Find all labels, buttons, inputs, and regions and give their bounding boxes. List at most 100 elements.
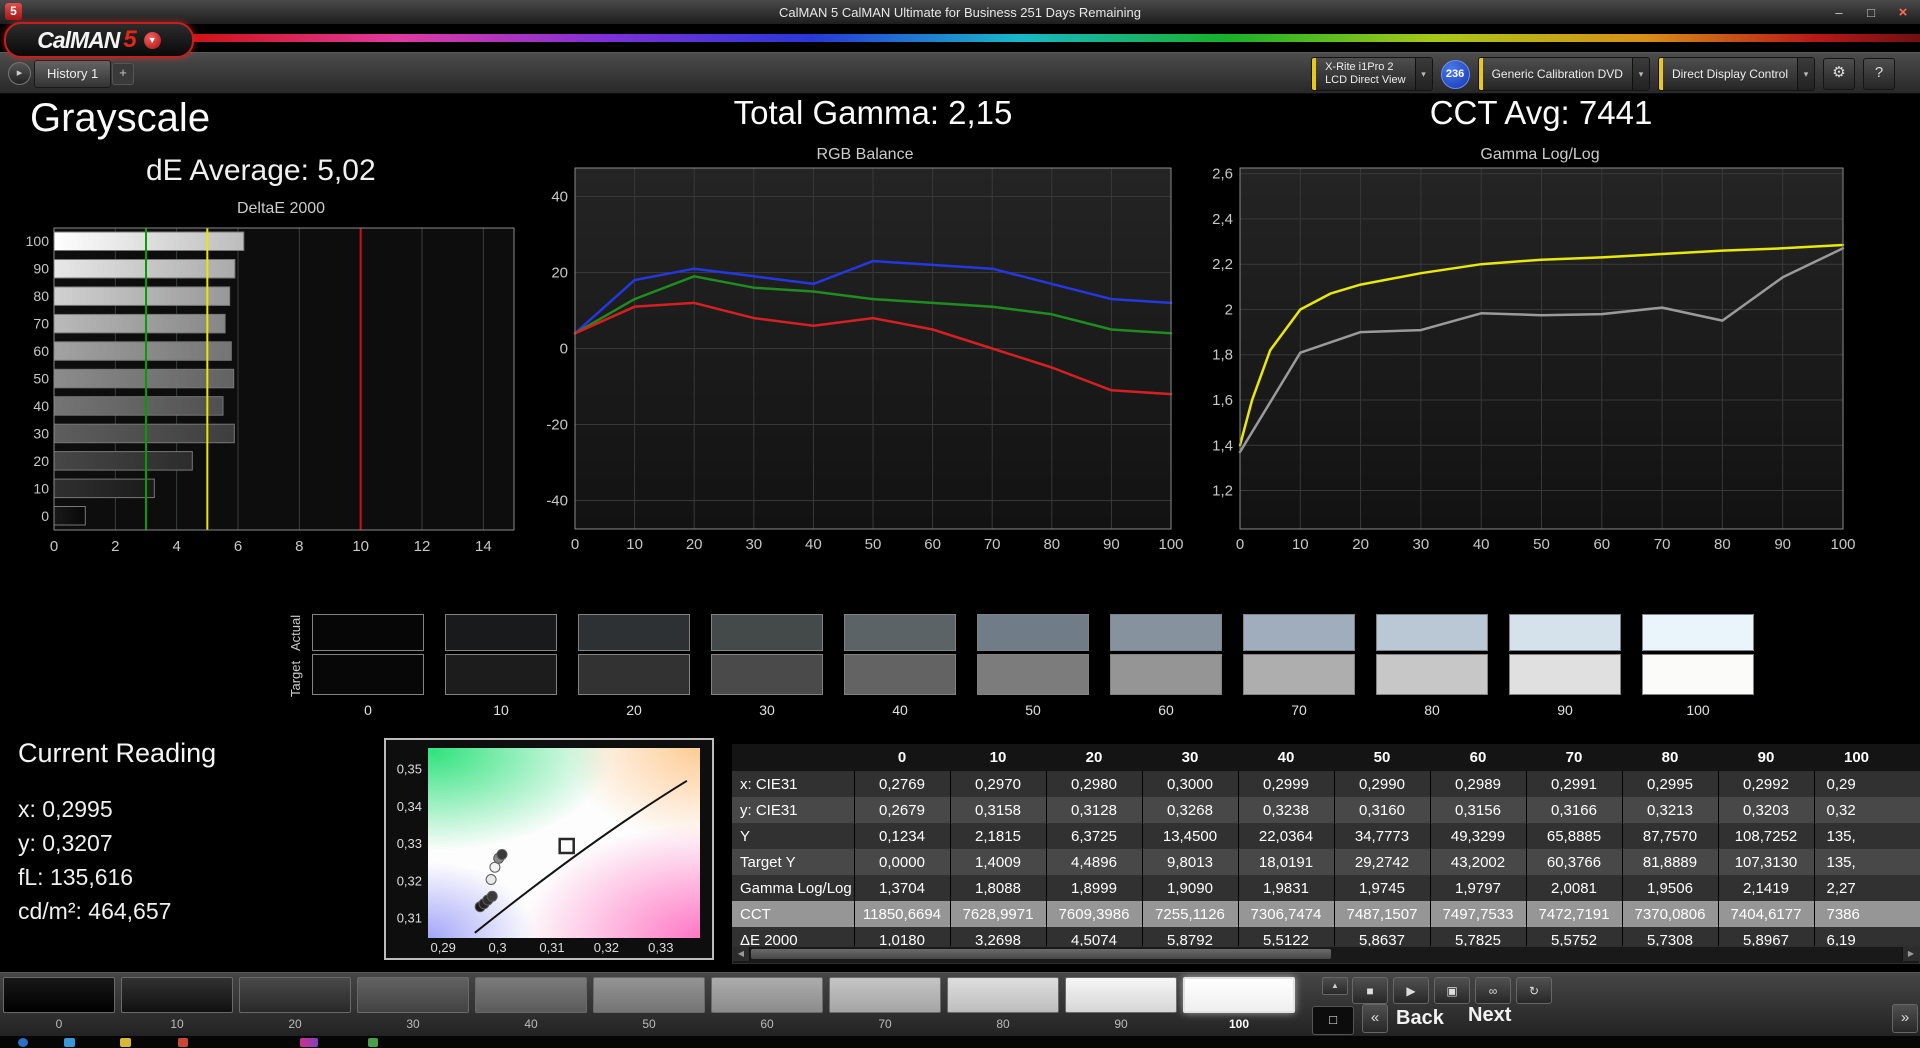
deltae-plot-svg: 0 2 4 6 8 10 12 141009080706050403020100 — [26, 227, 515, 555]
chevron-down-icon[interactable]: ▾ — [1797, 58, 1814, 90]
svg-text:20: 20 — [1352, 536, 1369, 553]
table-row-label: y: CIE31 — [732, 797, 855, 823]
svg-text:2,4: 2,4 — [1212, 211, 1233, 228]
loop-button[interactable]: ∞ — [1475, 977, 1511, 1004]
scrollbar-thumb[interactable] — [751, 949, 1331, 959]
table-cell: 108,7252 — [1718, 823, 1815, 849]
table-cell: 22,0364 — [1238, 823, 1335, 849]
minimize-button[interactable]: – — [1828, 5, 1850, 20]
rgb-balance-chart: RGB Balance 0 10 20 30 40 50 60 70 80 90 100 40 20 0 -… — [525, 144, 1205, 563]
step-swatch — [1183, 977, 1295, 1013]
table-cell: 0,3213 — [1622, 797, 1719, 823]
svg-text:2,2: 2,2 — [1212, 256, 1233, 273]
table-cell: 49,3299 — [1430, 823, 1527, 849]
table-row: Y 0,1234 2,1815 6,3725 13,4500 22,0364 34,7773… — [732, 823, 1920, 849]
grayscale-step-button-30[interactable]: 30 — [357, 977, 469, 1031]
logo-menu-caret-icon[interactable]: ▼ — [143, 31, 161, 49]
table-cell: 1,4009 — [950, 849, 1047, 875]
app-icon: 5 — [5, 3, 22, 20]
refresh-button[interactable]: ↻ — [1516, 977, 1552, 1004]
svg-text:0: 0 — [50, 538, 58, 555]
table-cell: 0,3128 — [1046, 797, 1143, 823]
target-swatch — [1642, 654, 1754, 695]
grayscale-step-button-90[interactable]: 90 — [1065, 977, 1177, 1031]
actual-swatch — [445, 614, 557, 651]
bottom-section: Current Reading x: 0,2995 y: 0,3207 fL: … — [0, 726, 1920, 972]
grayscale-step-button-60[interactable]: 60 — [711, 977, 823, 1031]
toolbar-right-group: X-Rite i1Pro 2 LCD Direct View ▾ 236 Gen… — [1311, 57, 1895, 91]
table-cell: 0,3156 — [1430, 797, 1527, 823]
stop-button[interactable]: ■ — [1352, 977, 1388, 1004]
meter-count-badge[interactable]: 236 — [1440, 59, 1470, 89]
grayscale-swatch-column: 10 — [445, 614, 557, 718]
deltae-chart: DeltaE 2000 0 2 4 6 8 10 12 14 100 90 80 70 60 50 40 30… — [26, 196, 536, 567]
grayscale-step-button-20[interactable]: 20 — [239, 977, 351, 1031]
gear-icon[interactable]: ⚙ — [1823, 58, 1855, 90]
meter-dropdown[interactable]: X-Rite i1Pro 2 LCD Direct View ▾ — [1311, 57, 1433, 91]
table-row: Target Y 0,0000 1,4009 4,4896 9,8013 18,0191 2… — [732, 849, 1920, 875]
rgb-chart-title: RGB Balance — [816, 146, 914, 163]
table-cell: 0,32 — [1814, 797, 1920, 823]
grayscale-step-button-0[interactable]: 0 — [3, 977, 115, 1031]
tab-history-1[interactable]: History 1 — [34, 60, 112, 88]
scroll-right-icon[interactable]: ▶ — [1902, 947, 1919, 961]
help-icon[interactable]: ? — [1863, 58, 1895, 90]
measurement-table: 0 10 20 30 40 50 60 70 80 90 100 x: CIE31 0,2769 0,29… — [732, 744, 1920, 952]
panel-toggle-button[interactable]: ▸ — [8, 62, 31, 85]
pattern-window-button[interactable]: □ — [1312, 1006, 1354, 1035]
table-cell: 0,2989 — [1430, 771, 1527, 797]
total-gamma-heading: Total Gamma: 2,15 — [733, 94, 1013, 131]
step-label: 30 — [406, 1017, 420, 1031]
svg-text:70: 70 — [33, 316, 49, 332]
svg-text:1,2: 1,2 — [1212, 483, 1233, 500]
table-cell: 1,9090 — [1142, 875, 1239, 901]
back-button[interactable]: « Back — [1362, 1004, 1444, 1033]
rgb-chart-plot: 0 10 20 30 40 50 60 70 80 90 100 40 20 0 -20 -40 — [525, 166, 1205, 563]
source-dropdown[interactable]: Generic Calibration DVD ▾ — [1477, 57, 1650, 91]
chevron-right-icon[interactable]: » — [1892, 1004, 1918, 1033]
refresh-icon: ↻ — [1528, 983, 1540, 998]
record-button[interactable]: ▣ — [1434, 977, 1470, 1004]
grayscale-step-button-10[interactable]: 10 — [121, 977, 233, 1031]
play-button[interactable]: ▶ — [1393, 977, 1429, 1004]
table-row-label: Target Y — [732, 849, 855, 875]
target-swatch — [1509, 654, 1621, 695]
grayscale-step-button-100[interactable]: 100 — [1183, 977, 1295, 1031]
table-cell: 0,3158 — [950, 797, 1047, 823]
source-label: Generic Calibration DVD — [1491, 67, 1623, 81]
close-button[interactable]: × — [1892, 4, 1914, 21]
table-cell: 7609,3986 — [1046, 901, 1143, 927]
svg-text:60: 60 — [924, 536, 941, 553]
svg-text:0: 0 — [41, 508, 49, 524]
table-scrollbar[interactable]: ◀ ▶ — [732, 946, 1920, 964]
back-label: Back — [1396, 1007, 1444, 1029]
table-cell: 7306,7474 — [1238, 901, 1335, 927]
step-label: 90 — [1114, 1017, 1128, 1031]
table-column-header: 70 — [1526, 744, 1622, 771]
display-control-dropdown[interactable]: Direct Display Control ▾ — [1657, 57, 1815, 91]
svg-text:0,32: 0,32 — [397, 873, 422, 888]
next-button[interactable]: Next — [1468, 1004, 1511, 1027]
svg-text:20: 20 — [686, 536, 703, 553]
svg-text:90: 90 — [1774, 536, 1791, 553]
target-swatch — [312, 654, 424, 695]
step-swatch — [593, 977, 705, 1013]
table-column-header: 50 — [1334, 744, 1430, 771]
grayscale-step-button-70[interactable]: 70 — [829, 977, 941, 1031]
table-cell: 7370,0806 — [1622, 901, 1719, 927]
table-cell: 2,1815 — [950, 823, 1047, 849]
svg-text:40: 40 — [1473, 536, 1490, 553]
add-tab-button[interactable]: + — [112, 63, 134, 85]
grayscale-step-button-40[interactable]: 40 — [475, 977, 587, 1031]
grayscale-step-button-80[interactable]: 80 — [947, 977, 1059, 1031]
chevron-down-icon[interactable]: ▾ — [1414, 58, 1432, 90]
chevron-down-icon[interactable]: ▾ — [1631, 58, 1649, 90]
svg-text:40: 40 — [551, 189, 568, 206]
scroll-left-icon[interactable]: ◀ — [733, 947, 750, 961]
svg-text:2: 2 — [1225, 302, 1233, 319]
scroll-up-button[interactable]: ▲ — [1322, 977, 1348, 995]
step-swatch — [121, 977, 233, 1013]
maximize-button[interactable]: □ — [1860, 5, 1882, 20]
grayscale-step-button-50[interactable]: 50 — [593, 977, 705, 1031]
target-swatch — [445, 654, 557, 695]
